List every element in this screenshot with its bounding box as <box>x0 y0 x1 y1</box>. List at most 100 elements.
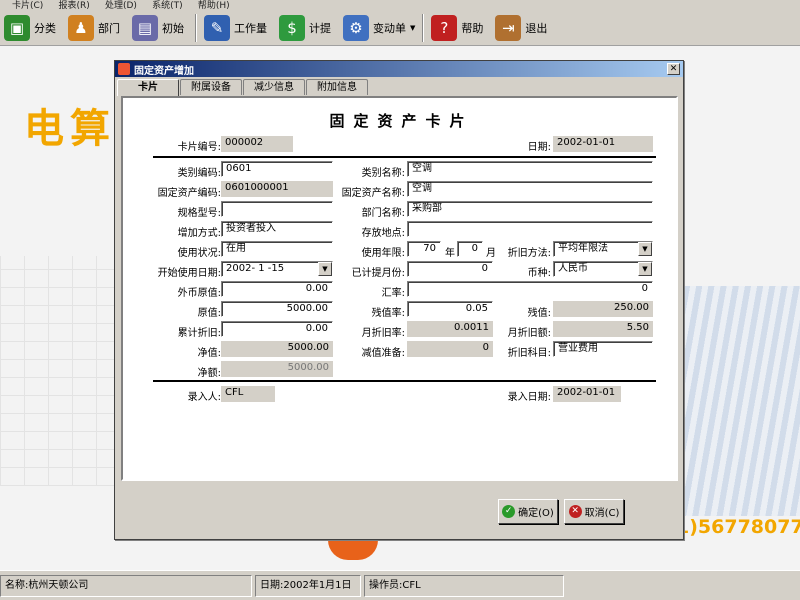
background-building-image <box>684 286 800 516</box>
category-name-input[interactable]: 空调 <box>407 161 653 177</box>
asset-name-input[interactable]: 空调 <box>407 181 653 197</box>
menu-item-system[interactable]: 系统(T) <box>152 2 183 11</box>
menu-item-help[interactable]: 帮助(H) <box>198 2 230 11</box>
background-logo-shape <box>328 540 378 560</box>
start-date-value: 2002- 1 -15 <box>226 263 285 274</box>
useful-life-label: 使用年限: <box>361 248 405 259</box>
status-date: 日期:2002年1月1日 <box>255 574 361 597</box>
toolbar-accrue-button[interactable]: $ 计提 <box>275 12 335 44</box>
months-accrued-input[interactable]: 0 <box>407 261 493 277</box>
date-field: 2002-01-01 <box>553 136 653 152</box>
spec-label: 规格型号: <box>177 208 221 219</box>
start-date-label: 开始使用日期: <box>157 268 221 279</box>
impairment-field: 0 <box>407 341 493 357</box>
entry-date-label: 录入日期: <box>507 392 551 403</box>
add-method-input[interactable]: 投资者投入 <box>221 221 333 237</box>
toolbar: ▣ 分类 ♟ 部门 ▤ 初始 ✎ 工作量 $ 计提 ⚙ 变动单 ▼ ? 帮助 ⇥ 退出 <box>0 10 800 46</box>
cancel-button-label: 取消(C) <box>584 508 620 519</box>
location-input[interactable] <box>407 221 653 237</box>
usage-status-label: 使用状况: <box>177 248 221 259</box>
residual-value-label: 残值: <box>527 308 551 319</box>
asset-card-panel: 固定资产卡片 卡片编号: 000002 日期: 2002-01-01 类别编码:… <box>121 96 678 481</box>
ok-button[interactable]: ✓ 确定(O) <box>498 499 558 524</box>
classify-icon: ▣ <box>4 14 30 41</box>
dialog-titlebar: 固定资产增加 ✕ <box>115 61 683 77</box>
currency-select[interactable]: 人民币 ▼ <box>553 261 653 277</box>
asset-name-label: 固定资产名称: <box>341 188 405 199</box>
exchange-rate-label: 汇率: <box>381 288 405 299</box>
background-grid-decoration <box>0 256 115 486</box>
net-amount-label: 净额: <box>197 368 221 379</box>
exit-icon: ⇥ <box>495 14 522 41</box>
impairment-label: 减值准备: <box>361 348 405 359</box>
tab-accessories[interactable]: 附属设备 <box>180 79 242 95</box>
background-phone-text: 1)56778077 <box>676 516 800 538</box>
residual-value-field: 250.00 <box>553 301 653 317</box>
exchange-rate-input[interactable]: 0 <box>407 281 653 297</box>
menu-item-card[interactable]: 卡片(C) <box>12 2 43 11</box>
net-amount-field: 5000.00 <box>221 361 333 377</box>
toolbar-exit-button[interactable]: ⇥ 退出 <box>491 12 551 44</box>
tab-reduction-info[interactable]: 减少信息 <box>243 79 305 95</box>
ok-button-label: 确定(O) <box>518 508 554 519</box>
tab-extra-info[interactable]: 附加信息 <box>306 79 368 95</box>
net-value-label: 净值: <box>197 348 221 359</box>
usage-status-input[interactable]: 在用 <box>221 241 333 257</box>
header-divider <box>153 156 656 158</box>
start-date-select[interactable]: 2002- 1 -15 ▼ <box>221 261 333 277</box>
department-label: 部门名称: <box>361 208 405 219</box>
add-method-label: 增加方式: <box>177 228 221 239</box>
category-code-input[interactable]: 0601 <box>221 161 333 177</box>
toolbar-classify-button[interactable]: ▣ 分类 <box>0 12 60 44</box>
monthly-rate-field: 0.0011 <box>407 321 493 337</box>
department-input[interactable]: 采购部 <box>407 201 653 217</box>
original-value-label: 原值: <box>197 308 221 319</box>
chevron-down-icon[interactable]: ▼ <box>638 262 652 276</box>
foreign-value-label: 外币原值: <box>177 288 221 299</box>
dep-account-input[interactable]: 营业费用 <box>553 341 653 357</box>
checkmark-icon: ✓ <box>502 505 516 518</box>
toolbar-help-button[interactable]: ? 帮助 <box>427 12 487 44</box>
toolbar-change-order-button[interactable]: ⚙ 变动单 ▼ <box>339 12 415 44</box>
currency-label: 币种: <box>527 268 551 279</box>
original-value-input[interactable]: 5000.00 <box>221 301 333 317</box>
menu-item-report[interactable]: 报表(R) <box>59 2 90 11</box>
dep-method-value: 平均年限法 <box>558 243 608 254</box>
spec-input[interactable] <box>221 201 333 217</box>
dep-account-label: 折旧科目: <box>507 348 551 359</box>
location-label: 存放地点: <box>361 228 405 239</box>
useful-life-months-input[interactable]: 0 <box>457 241 483 257</box>
footer-divider <box>153 380 656 382</box>
app-icon <box>118 63 130 75</box>
residual-rate-input[interactable]: 0.05 <box>407 301 493 317</box>
dep-method-label: 折旧方法: <box>507 248 551 259</box>
accum-dep-input[interactable]: 0.00 <box>221 321 333 337</box>
dialog-title: 固定资产增加 <box>134 65 194 77</box>
change-order-icon: ⚙ <box>343 14 369 41</box>
useful-life-years-input[interactable]: 70 <box>407 241 441 257</box>
accum-dep-label: 累计折旧: <box>177 328 221 339</box>
menu-item-process[interactable]: 处理(D) <box>105 2 137 11</box>
asset-code-label: 固定资产编码: <box>157 188 221 199</box>
close-icon: ✕ <box>669 64 678 74</box>
toolbar-init-button[interactable]: ▤ 初始 <box>128 12 188 44</box>
dep-method-select[interactable]: 平均年限法 ▼ <box>553 241 653 257</box>
foreign-value-input[interactable]: 0.00 <box>221 281 333 297</box>
tab-bar: 卡片 附属设备 减少信息 附加信息 <box>117 79 369 96</box>
close-button[interactable]: ✕ <box>667 63 680 75</box>
entry-date-field: 2002-01-01 <box>553 386 621 402</box>
card-no-label: 卡片编号: <box>177 142 221 153</box>
asset-code-field: 0601000001 <box>221 181 333 197</box>
toolbar-department-button[interactable]: ♟ 部门 <box>64 12 124 44</box>
menu-bar: 卡片(C) 报表(R) 处理(D) 系统(T) 帮助(H) <box>0 0 800 10</box>
monthly-dep-label: 月折旧额: <box>507 328 551 339</box>
toolbar-separator <box>195 13 197 42</box>
department-icon: ♟ <box>68 14 94 41</box>
chevron-down-icon[interactable]: ▼ <box>638 242 652 256</box>
toolbar-workload-button[interactable]: ✎ 工作量 <box>200 12 271 44</box>
cancel-button[interactable]: ✕ 取消(C) <box>564 499 624 524</box>
tab-card[interactable]: 卡片 <box>117 79 179 96</box>
status-operator: 操作员:CFL <box>364 574 564 597</box>
workload-icon: ✎ <box>204 14 230 41</box>
asset-add-dialog: 固定资产增加 ✕ 卡片 附属设备 减少信息 附加信息 固定资产卡片 卡片编号: … <box>114 60 684 540</box>
